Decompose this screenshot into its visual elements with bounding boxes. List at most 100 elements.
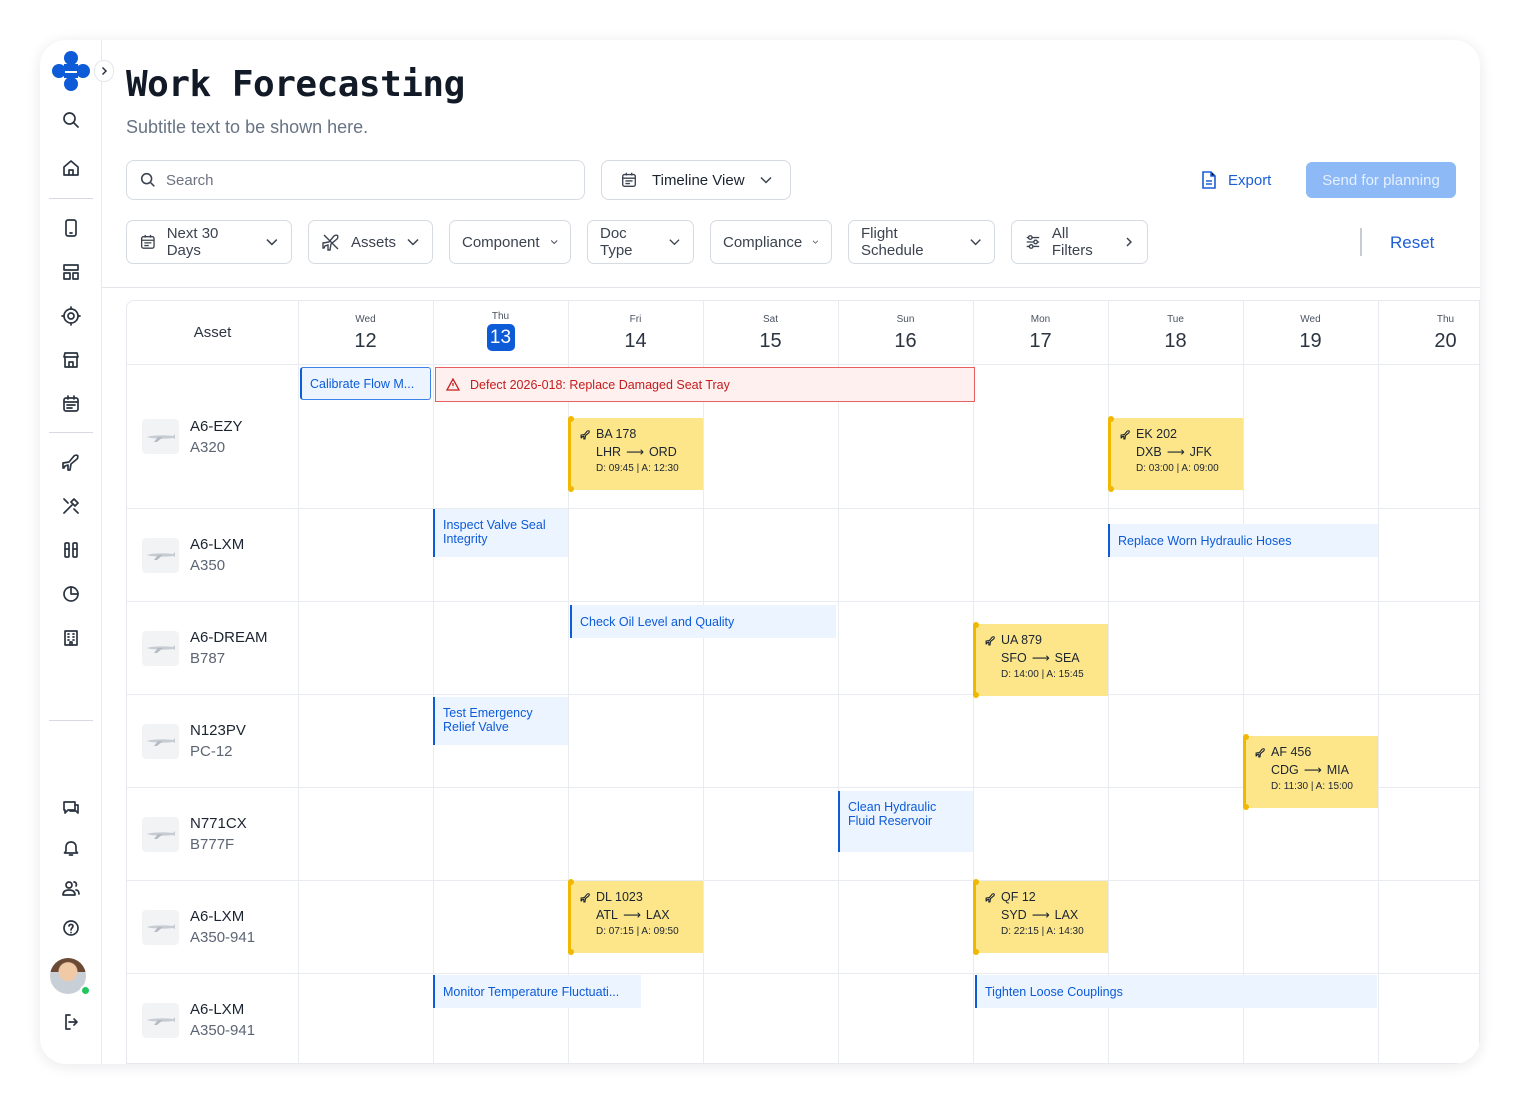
day-number: 15 [759,330,782,352]
calendar-icon[interactable] [59,392,83,416]
flight-origin: DXB [1136,444,1162,459]
flight-code: UA 879 [1001,633,1043,647]
task-card[interactable]: Calibrate Flow M... [300,367,431,400]
search-field[interactable] [126,160,585,200]
grid-line [298,301,299,1063]
logout-icon[interactable] [59,1010,83,1034]
search-icon[interactable] [59,108,83,132]
flight-destination: LAX [645,907,670,922]
header-divider [102,287,1480,288]
users-icon[interactable] [59,876,83,900]
grid-line [1378,301,1379,1063]
flight-card[interactable]: AF 456 CDG ⟶ MIA D: 11:30 | A: 15:00 [1243,734,1378,810]
task-card[interactable]: Check Oil Level and Quality [570,605,836,638]
send-for-planning-button[interactable]: Send for planning [1306,162,1456,198]
asset-row-label[interactable]: A6-EZY A320 [127,365,298,508]
day-of-week: Sun [896,314,915,325]
defect-label: Defect 2026-018: Replace Damaged Seat Tr… [470,377,730,392]
compliance-filter-label: Compliance [723,233,803,251]
assets-filter[interactable]: Assets [308,220,433,264]
page-title: Work Forecasting [126,64,465,105]
asset-type: A320 [190,438,226,456]
assets-filter-label: Assets [350,233,396,251]
component-filter[interactable]: Component [449,220,571,264]
arrow-right-icon: ⟶ [1303,763,1322,777]
reset-link[interactable]: Reset [1390,233,1434,253]
bell-icon[interactable] [59,836,83,860]
asset-row-label[interactable]: N123PV PC-12 [127,695,298,787]
defect-card[interactable]: Defect 2026-018: Replace Damaged Seat Tr… [435,367,975,402]
asset-row-label[interactable]: A6-LXM A350-941 [127,974,298,1063]
aircraft-thumbnail-icon [142,723,179,759]
sidebar-collapse-button[interactable] [94,60,114,82]
asset-type: A350-941 [190,929,256,946]
asset-row-label[interactable]: N771CX B777F [127,788,298,880]
day-number: 19 [1299,330,1322,352]
calendar-icon [622,172,636,187]
grid-line [127,694,1479,695]
day-number: 20 [1434,330,1457,352]
plane-icon [1255,747,1265,757]
arrow-right-icon: ⟶ [1031,651,1050,665]
task-card[interactable]: Tighten Loose Couplings [975,975,1377,1008]
doc-type-filter[interactable]: Doc Type [587,220,694,264]
day-number: 14 [624,330,647,352]
export-button[interactable]: Export [1200,170,1271,190]
toolkit-icon[interactable] [59,538,83,562]
asset-row-label[interactable]: A6-DREAM B787 [127,602,298,694]
search-input[interactable] [166,171,546,189]
asset-registration: N123PV [190,722,246,739]
flight-card[interactable]: QF 12 SYD ⟶ LAX D: 22:15 | A: 14:30 [973,879,1108,955]
flight-code: EK 202 [1136,427,1178,441]
component-filter-label: Component [462,233,540,251]
tools-icon[interactable] [59,494,83,518]
task-card[interactable]: Clean Hydraulic Fluid Reservoir [838,791,973,852]
flight-card[interactable]: DL 1023 ATL ⟶ LAX D: 07:15 | A: 09:50 [568,879,703,955]
view-select-value: Timeline View [652,171,745,189]
gear-icon[interactable] [59,304,83,328]
flight-destination: SEA [1054,650,1080,665]
plane-icon[interactable] [59,450,83,474]
avatar[interactable] [50,958,91,996]
help-icon[interactable] [59,916,83,940]
layout-icon[interactable] [59,260,83,284]
grid-line [703,301,704,1063]
day-of-week: Wed [1300,314,1321,325]
task-card[interactable]: Monitor Temperature Fluctuati... [433,975,641,1008]
task-card[interactable]: Inspect Valve Seal Integrity [433,509,568,557]
flight-times: D: 09:45 | A: 12:30 [596,463,679,474]
asset-registration: A6-LXM [190,908,245,925]
task-card[interactable]: Replace Worn Hydraulic Hoses [1108,524,1378,557]
flight-card[interactable]: UA 879 SFO ⟶ SEA D: 14:00 | A: 15:45 [973,622,1108,698]
chevron-down-icon [669,239,680,246]
flight-times: D: 14:00 | A: 15:45 [1001,669,1084,680]
asset-row-label[interactable]: A6-LXM A350 [127,509,298,601]
day-header: Mon 17 [973,301,1108,364]
asset-registration: A6-LXM [190,1001,245,1018]
asset-column-header: Asset [193,324,232,341]
view-select-dropdown[interactable]: Timeline View [601,160,791,200]
sidebar-divider [49,720,93,721]
building-icon[interactable] [59,626,83,650]
chat-icon[interactable] [59,796,83,820]
doc-type-filter-label: Doc Type [600,225,633,259]
flight-card[interactable]: BA 178 LHR ⟶ ORD D: 09:45 | A: 12:30 [568,416,703,492]
flight-code: QF 12 [1001,890,1036,904]
plane-icon [1120,429,1130,439]
compliance-filter[interactable]: Compliance [710,220,832,264]
pie-chart-icon[interactable] [59,582,83,606]
grid-line [1243,301,1244,1063]
flight-card[interactable]: EK 202 DXB ⟶ JFK D: 03:00 | A: 09:00 [1108,416,1243,492]
logo-icon [52,51,90,91]
flight-schedule-filter[interactable]: Flight Schedule [848,220,995,264]
asset-row-label[interactable]: A6-LXM A350-941 [127,881,298,973]
task-card[interactable]: Test Emergency Relief Valve [433,697,568,745]
date-range-filter[interactable]: Next 30 Days [126,220,292,264]
grid-line [127,508,1479,509]
all-filters-button[interactable]: All Filters [1011,220,1148,264]
home-icon[interactable] [59,156,83,180]
store-icon[interactable] [59,348,83,372]
asset-type: B777F [190,836,235,853]
tablet-icon[interactable] [59,216,83,240]
page-subtitle: Subtitle text to be shown here. [126,117,369,137]
